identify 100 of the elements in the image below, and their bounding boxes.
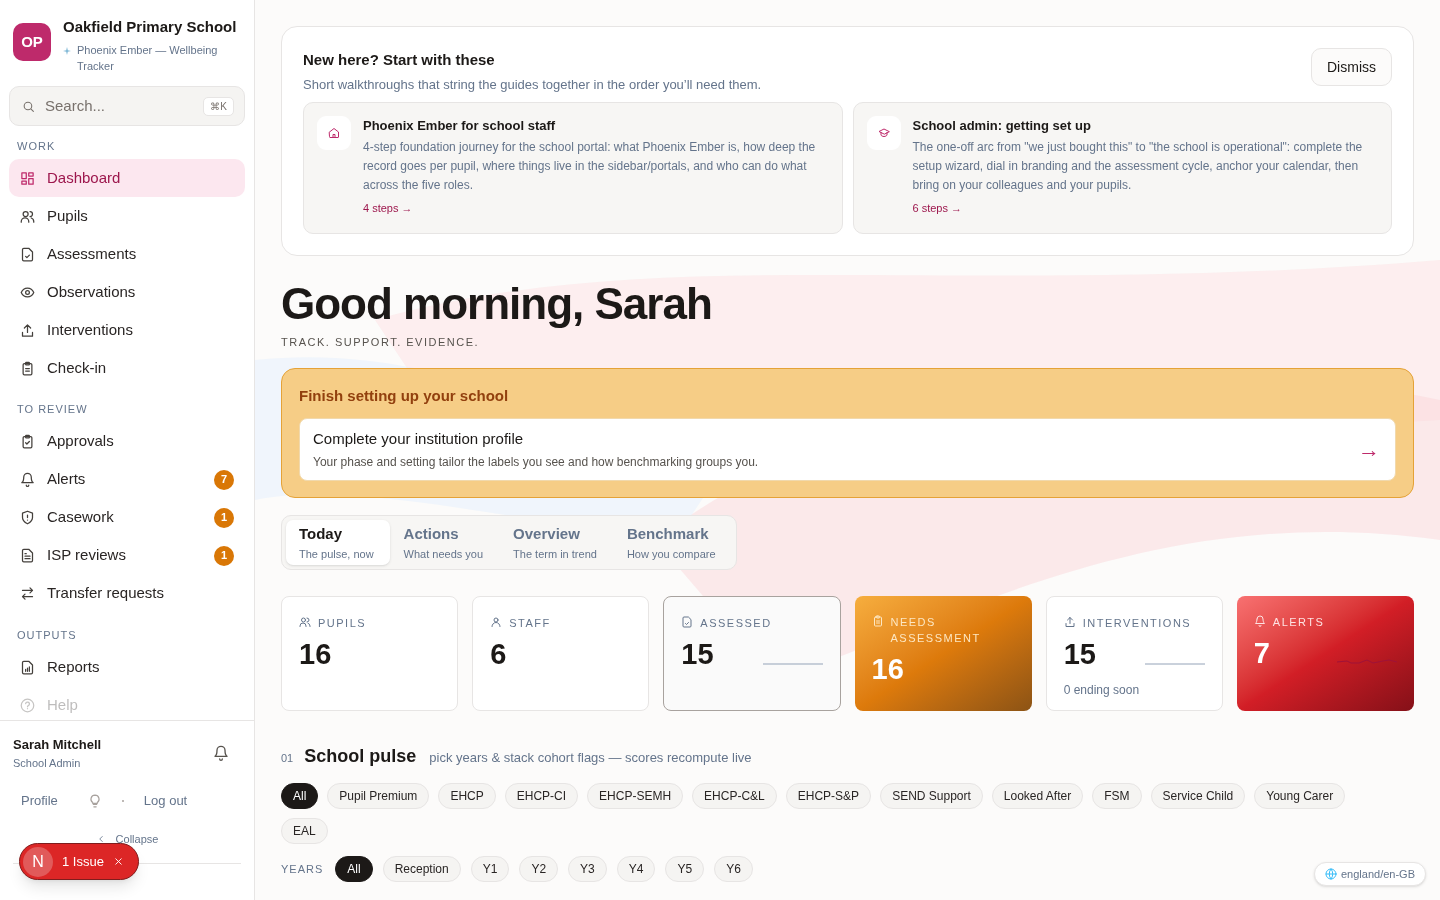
eye-icon	[20, 284, 35, 300]
logo: OP	[13, 23, 51, 61]
nav-item[interactable]: Observations	[9, 273, 245, 311]
dashboard-icon	[20, 170, 35, 186]
stat-value: 16	[871, 652, 905, 686]
stat-value: 15	[681, 637, 715, 671]
bell-icon	[213, 745, 229, 761]
stat-value: 16	[299, 637, 333, 671]
nav-item[interactable]: Check-in	[9, 349, 245, 387]
filter-chip[interactable]: EHCP-SEMH	[587, 783, 684, 809]
setup-task[interactable]: Complete your institution profile Your phase and setting tailor the labels you see and how benchmarking groups you. →	[299, 417, 1396, 481]
filter-chip[interactable]: Service Child	[1150, 783, 1246, 809]
nav-item[interactable]: ISP reviews 1	[9, 536, 245, 575]
section-label: TO REVIEW	[16, 402, 89, 417]
file-check-icon	[681, 616, 694, 628]
guide-title: School admin: getting set up	[912, 117, 1092, 135]
stat-label: NEEDS ASSESSMENT	[890, 615, 982, 646]
home-icon	[328, 127, 340, 139]
count-badge: 7	[214, 469, 234, 490]
count-badge: 1	[214, 545, 234, 566]
filter-chip[interactable]: Y5	[665, 856, 705, 882]
filter-chip[interactable]: Looked After	[991, 783, 1084, 809]
transfer-icon	[20, 586, 35, 601]
nav-item[interactable]: Interventions	[9, 311, 245, 349]
stat-value: 6	[490, 637, 508, 671]
product-name: Phoenix Ember — Wellbeing Tracker	[77, 42, 219, 74]
lightbulb-icon	[87, 793, 102, 808]
filter-chip[interactable]: EHCP	[438, 783, 496, 809]
filter-chip[interactable]: Pupil Premium	[327, 783, 430, 809]
filter-chip[interactable]: Y6	[714, 856, 753, 882]
section-label: WORK	[16, 138, 57, 154]
nav-item[interactable]: Pupils	[9, 197, 245, 235]
nav-item[interactable]: Alerts 7	[9, 460, 245, 499]
count-badge: 1	[214, 507, 234, 528]
greeting: Good morning, Sarah	[281, 277, 713, 330]
section-title: School pulse	[304, 745, 417, 768]
nav-item[interactable]: Approvals	[9, 422, 245, 461]
user-role: School Admin	[13, 755, 82, 771]
report-icon	[20, 659, 35, 675]
dismiss-button[interactable]: Dismiss	[1311, 48, 1392, 86]
setup-title: Finish setting up your school	[299, 386, 510, 406]
locale-button[interactable]: england/en-GB	[1314, 862, 1426, 886]
tab[interactable]: Actions What needs you	[390, 520, 500, 565]
task-description: Your phase and setting tailor the labels you see and how benchmarking groups you.	[313, 454, 760, 471]
nav-item[interactable]: Dashboard	[9, 159, 245, 197]
guide-description: The one-off arc from "we just bought this" to "the school is operational": complete the setup wizard, dial in branding and the assessment cycle, anchor your calendar, then bring on your colleagues and your pupils.	[912, 138, 1364, 194]
steps-link[interactable]: 4 steps →	[363, 199, 413, 216]
bell-icon	[20, 472, 35, 487]
filter-chip[interactable]: EAL	[281, 818, 328, 844]
steps-link[interactable]: 6 steps →	[912, 199, 963, 216]
stat-label: INTERVENTIONS	[1082, 616, 1192, 631]
filter-chip[interactable]: All	[281, 783, 319, 809]
filter-chip[interactable]: Y3	[568, 856, 607, 882]
nav-item[interactable]: Reports	[9, 648, 245, 686]
tagline: TRACK. SUPPORT. EVIDENCE.	[281, 334, 481, 350]
section-subtitle: pick years & stack cohort flags — scores recompute live	[429, 749, 752, 767]
stat-label: PUPILS	[318, 616, 367, 631]
stat-value: 15	[1063, 637, 1097, 671]
filter-chip[interactable]: EHCP-C&L	[692, 783, 777, 809]
filter-chip[interactable]: Y1	[470, 856, 510, 882]
tab[interactable]: Overview The term in trend	[500, 520, 613, 565]
arrow-icon: →	[1358, 432, 1380, 466]
logout-link[interactable]: Log out	[143, 791, 188, 811]
shield-alert-icon	[20, 510, 35, 525]
section-label: OUTPUTS	[16, 627, 78, 643]
bell-icon	[1253, 615, 1266, 627]
nav-item[interactable]: Casework 1	[9, 498, 245, 537]
tab[interactable]: Benchmark How you compare	[613, 520, 732, 565]
filter-chip[interactable]: Y4	[616, 856, 656, 882]
filter-chip[interactable]: SEND Support	[880, 783, 983, 809]
card-title: New here? Start with these	[303, 50, 496, 70]
stat-label: ASSESSED	[700, 616, 772, 631]
filter-chip[interactable]: Reception	[382, 856, 461, 882]
card-subtitle: Short walkthroughs that string the guides together in the order you’ll need them.	[303, 75, 763, 94]
document-icon	[20, 548, 35, 563]
stat-value: 7	[1253, 636, 1271, 670]
profile-link[interactable]: Profile	[21, 791, 58, 811]
clipboard-icon	[871, 615, 884, 627]
filter-chip[interactable]: Young Carer	[1254, 783, 1346, 809]
filter-chip[interactable]: EHCP-CI	[504, 783, 579, 809]
user-icon	[490, 616, 503, 628]
stat-label: ALERTS	[1272, 615, 1325, 630]
school-name: Oakfield Primary School	[63, 17, 237, 37]
guide-card[interactable]	[852, 102, 1392, 234]
filter-chip[interactable]: EHCP-S&P	[785, 783, 872, 809]
issue-count: 1 Issue	[62, 852, 104, 871]
guide-title: Phoenix Ember for school staff	[363, 117, 557, 135]
filter-chip[interactable]: All	[335, 856, 373, 882]
globe-icon	[1325, 868, 1337, 880]
issue-pill[interactable]: N 1 Issue	[19, 843, 139, 880]
nav-item[interactable]: Transfer requests	[9, 574, 245, 613]
nav-item[interactable]: Assessments	[9, 235, 245, 273]
search-icon	[22, 99, 35, 113]
filter-chip[interactable]: Y2	[519, 856, 559, 882]
clipboard-check-icon	[20, 434, 35, 449]
guide-card[interactable]	[303, 102, 843, 234]
tab[interactable]: Today The pulse, now	[286, 520, 390, 565]
users-icon	[299, 616, 311, 628]
years-label: YEARS	[281, 861, 324, 877]
filter-chip[interactable]: FSM	[1092, 783, 1142, 809]
